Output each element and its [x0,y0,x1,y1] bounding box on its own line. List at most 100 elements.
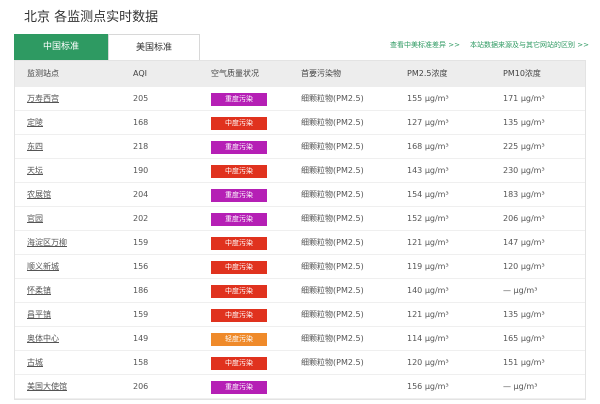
table-row: 海淀区万柳 159 中度污染 细颗粒物(PM2.5) 121 μg/m³ 147 μg/m… [15,231,585,255]
station-link[interactable]: 昌平镇 [27,303,51,327]
quality-badge: 中度污染 [211,117,267,130]
pm10-value: 206 μg/m³ [503,214,545,223]
pm10-value: 151 μg/m³ [503,358,545,367]
pm25-value: 119 μg/m³ [407,262,449,271]
aqi-value: 205 [133,94,149,103]
table-row: 农展馆 204 重度污染 细颗粒物(PM2.5) 154 μg/m³ 183 μg/m³ [15,183,585,207]
pm25-value: 114 μg/m³ [407,334,449,343]
quality-badge: 重度污染 [211,189,267,202]
quality-cell: 轻度污染 [211,327,267,351]
table-row: 万寿西宫 205 重度污染 细颗粒物(PM2.5) 155 μg/m³ 171 μg/m³ [15,87,585,111]
pm10-value: 135 μg/m³ [503,310,545,319]
quality-badge: 重度污染 [211,381,267,394]
primary-pollutant: 细颗粒物(PM2.5) [301,190,364,199]
column-header-pm25: PM2.5浓度 [407,69,448,78]
quality-badge: 重度污染 [211,141,267,154]
aqi-value: 149 [133,334,149,343]
pm25-value: 121 μg/m³ [407,238,449,247]
station-link[interactable]: 海淀区万柳 [27,231,67,255]
pm10-value: 147 μg/m³ [503,238,545,247]
pm10-value: — μg/m³ [503,286,538,295]
quality-cell: 重度污染 [211,87,267,111]
aqi-value: 186 [133,286,149,295]
aqi-value: 190 [133,166,149,175]
station-link[interactable]: 官园 [27,207,43,231]
quality-cell: 重度污染 [211,135,267,159]
table-row: 古城 158 中度污染 细颗粒物(PM2.5) 120 μg/m³ 151 μg/m³ [15,351,585,375]
pm25-value: 120 μg/m³ [407,358,449,367]
data-source-link[interactable]: 本站数据来源及与其它网站的区别 >> [470,40,589,50]
primary-pollutant: 细颗粒物(PM2.5) [301,310,364,319]
station-link[interactable]: 怀柔镇 [27,279,51,303]
quality-badge: 中度污染 [211,309,267,322]
page: 北京 各监测点实时数据 中国标准 美国标准 查看中美标准差异 >> 本站数据来源… [0,0,600,404]
aqi-value: 156 [133,262,149,271]
station-table: 监测站点 AQI 空气质量状况 首要污染物 PM2.5浓度 PM10浓度 万寿西… [14,60,586,400]
quality-cell: 中度污染 [211,303,267,327]
pm10-value: — μg/m³ [503,382,538,391]
pm25-value: 127 μg/m³ [407,118,449,127]
tab-us-standard[interactable]: 美国标准 [108,34,200,60]
station-link[interactable]: 天坛 [27,159,43,183]
table-row: 东四 218 重度污染 细颗粒物(PM2.5) 168 μg/m³ 225 μg/m³ [15,135,585,159]
primary-pollutant: 细颗粒物(PM2.5) [301,214,364,223]
station-link[interactable]: 东四 [27,135,43,159]
quality-cell: 重度污染 [211,375,267,399]
quality-badge: 中度污染 [211,357,267,370]
pm25-value: 154 μg/m³ [407,190,449,199]
table-row: 官园 202 重度污染 细颗粒物(PM2.5) 152 μg/m³ 206 μg/m³ [15,207,585,231]
quality-cell: 中度污染 [211,231,267,255]
primary-pollutant: 细颗粒物(PM2.5) [301,334,364,343]
primary-pollutant: 细颗粒物(PM2.5) [301,142,364,151]
quality-badge: 重度污染 [211,93,267,106]
station-link[interactable]: 顺义新城 [27,255,59,279]
station-link[interactable]: 定陵 [27,111,43,135]
primary-pollutant: 细颗粒物(PM2.5) [301,358,364,367]
aqi-value: 218 [133,142,149,151]
quality-cell: 中度污染 [211,111,267,135]
pm10-value: 135 μg/m³ [503,118,545,127]
station-link[interactable]: 农展馆 [27,183,51,207]
quality-cell: 中度污染 [211,351,267,375]
station-link[interactable]: 万寿西宫 [27,87,59,111]
pm10-value: 183 μg/m³ [503,190,545,199]
aqi-value: 204 [133,190,149,199]
quality-badge: 轻度污染 [211,333,267,346]
quality-cell: 中度污染 [211,255,267,279]
primary-pollutant: 细颗粒物(PM2.5) [301,286,364,295]
quality-badge: 中度污染 [211,165,267,178]
pm25-value: 168 μg/m³ [407,142,449,151]
pm25-value: 152 μg/m³ [407,214,449,223]
view-standard-diff-link[interactable]: 查看中美标准差异 >> [390,40,460,50]
aqi-value: 159 [133,310,149,319]
primary-pollutant: 细颗粒物(PM2.5) [301,262,364,271]
column-header-pollutant: 首要污染物 [301,69,341,78]
pm10-value: 230 μg/m³ [503,166,545,175]
table-row: 天坛 190 中度污染 细颗粒物(PM2.5) 143 μg/m³ 230 μg/m³ [15,159,585,183]
aqi-value: 158 [133,358,149,367]
quality-badge: 重度污染 [211,213,267,226]
aqi-value: 168 [133,118,149,127]
aqi-value: 206 [133,382,149,391]
quality-cell: 中度污染 [211,159,267,183]
pm10-value: 225 μg/m³ [503,142,545,151]
pm25-value: 155 μg/m³ [407,94,449,103]
pm10-value: 165 μg/m³ [503,334,545,343]
aqi-value: 202 [133,214,149,223]
quality-cell: 重度污染 [211,183,267,207]
pm10-value: 171 μg/m³ [503,94,545,103]
column-header-station: 监测站点 [27,69,59,78]
table-row: 奥体中心 149 轻度污染 细颗粒物(PM2.5) 114 μg/m³ 165 μg/m³ [15,327,585,351]
tab-china-standard[interactable]: 中国标准 [14,34,108,60]
quality-cell: 中度污染 [211,279,267,303]
column-header-pm10: PM10浓度 [503,69,541,78]
pm10-value: 120 μg/m³ [503,262,545,271]
station-link[interactable]: 古城 [27,351,43,375]
station-link[interactable]: 奥体中心 [27,327,59,351]
table-header: 监测站点 AQI 空气质量状况 首要污染物 PM2.5浓度 PM10浓度 [15,61,585,87]
table-row: 昌平镇 159 中度污染 细颗粒物(PM2.5) 121 μg/m³ 135 μg/m³ [15,303,585,327]
quality-badge: 中度污染 [211,285,267,298]
table-row: 定陵 168 中度污染 细颗粒物(PM2.5) 127 μg/m³ 135 μg/m³ [15,111,585,135]
table-row: 顺义新城 156 中度污染 细颗粒物(PM2.5) 119 μg/m³ 120 μg/m³ [15,255,585,279]
station-link[interactable]: 美国大使馆 [27,375,67,399]
